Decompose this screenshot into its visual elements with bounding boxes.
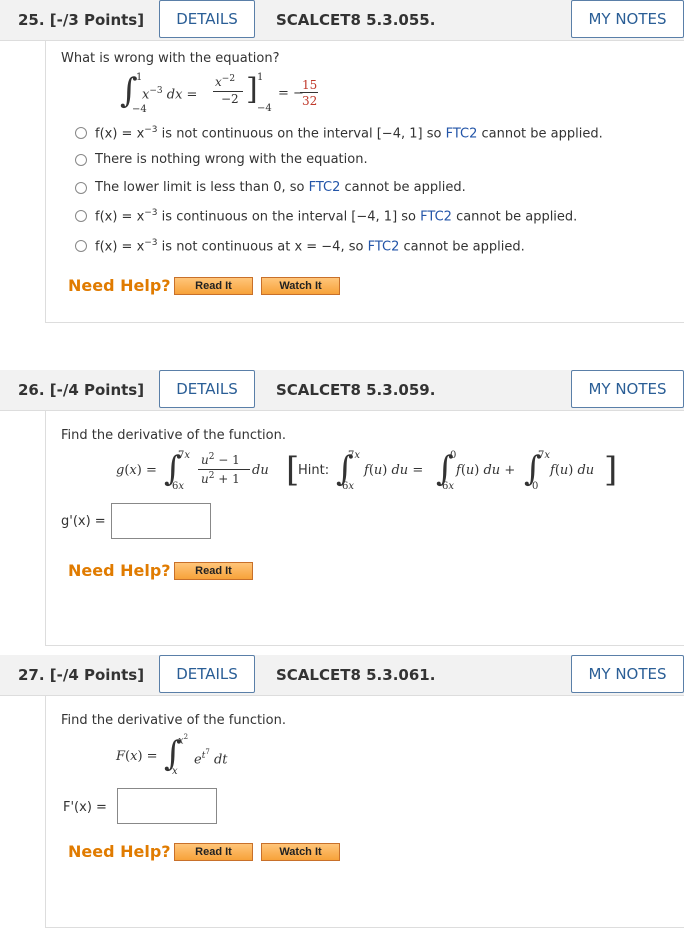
radio-button[interactable]: [75, 240, 87, 253]
question-header: 26. [-/4 Points] DETAILS SCALCET8 5.3.05…: [0, 370, 684, 411]
ftc2-link[interactable]: FTC2: [368, 239, 400, 254]
option-2[interactable]: There is nothing wrong with the equation…: [75, 152, 368, 167]
need-help-label: Need Help?: [68, 561, 171, 580]
question-number: 26. [-/4 Points]: [18, 381, 145, 399]
need-help-label: Need Help?: [68, 842, 171, 861]
option-4[interactable]: f(x) = x−3 is continuous on the interval…: [75, 208, 577, 224]
equation: ∫ 1 −4 x−3 dx = x−2 −2 ] 1 −4 = − 15 32: [120, 71, 318, 115]
answer-input[interactable]: [117, 788, 217, 824]
need-help-label: Need Help?: [68, 276, 171, 295]
answer-input[interactable]: [111, 503, 211, 539]
option-text: f(x) = x−3 is not continuous at x = −4, …: [95, 238, 525, 255]
radio-button[interactable]: [75, 127, 87, 140]
read-it-button[interactable]: Read It: [174, 277, 253, 295]
radio-button[interactable]: [75, 153, 87, 166]
ftc2-link[interactable]: FTC2: [309, 180, 341, 195]
question-code: SCALCET8 5.3.055.: [276, 11, 436, 29]
question-number: 27. [-/4 Points]: [18, 666, 145, 684]
option-text: There is nothing wrong with the equation…: [95, 152, 368, 167]
my-notes-button[interactable]: MY NOTES: [571, 0, 684, 38]
question-prompt: What is wrong with the equation?: [61, 51, 280, 66]
option-3[interactable]: The lower limit is less than 0, so FTC2 …: [75, 180, 466, 195]
question-code: SCALCET8 5.3.061.: [276, 666, 436, 684]
watch-it-button[interactable]: Watch It: [261, 277, 340, 295]
radio-button[interactable]: [75, 181, 87, 194]
details-button[interactable]: DETAILS: [159, 655, 255, 693]
question-header: 27. [-/4 Points] DETAILS SCALCET8 5.3.06…: [0, 655, 684, 696]
option-5[interactable]: f(x) = x−3 is not continuous at x = −4, …: [75, 238, 525, 254]
question-prompt: Find the derivative of the function.: [61, 428, 286, 443]
option-text: f(x) = x−3 is not continuous on the inte…: [95, 125, 603, 142]
option-1[interactable]: f(x) = x−3 is not continuous on the inte…: [75, 125, 603, 141]
my-notes-button[interactable]: MY NOTES: [571, 370, 684, 408]
read-it-button[interactable]: Read It: [174, 843, 253, 861]
details-button[interactable]: DETAILS: [159, 0, 255, 38]
watch-it-button[interactable]: Watch It: [261, 843, 340, 861]
hint: [ Hint: ∫ 7x 6x f(u) du = ∫ 0 6x f(u) du…: [286, 449, 618, 492]
question-number: 25. [-/3 Points]: [18, 11, 145, 29]
answer-label: g'(x) =: [61, 514, 106, 529]
question-header: 25. [-/3 Points] DETAILS SCALCET8 5.3.05…: [0, 0, 684, 41]
question-code: SCALCET8 5.3.059.: [276, 381, 436, 399]
function-definition: g(x) = ∫ 7x 6x u2 − 1 u2 + 1 du: [116, 449, 269, 492]
option-text: The lower limit is less than 0, so FTC2 …: [95, 180, 466, 195]
details-button[interactable]: DETAILS: [159, 370, 255, 408]
ftc2-link[interactable]: FTC2: [446, 126, 478, 141]
answer-label: F'(x) =: [63, 800, 107, 815]
option-text: f(x) = x−3 is continuous on the interval…: [95, 208, 578, 225]
function-definition: F(x) = ∫ x2 x et7 dt: [116, 733, 228, 777]
ftc2-link[interactable]: FTC2: [420, 209, 452, 224]
read-it-button[interactable]: Read It: [174, 562, 253, 580]
radio-button[interactable]: [75, 210, 87, 223]
question-prompt: Find the derivative of the function.: [61, 713, 286, 728]
my-notes-button[interactable]: MY NOTES: [571, 655, 684, 693]
